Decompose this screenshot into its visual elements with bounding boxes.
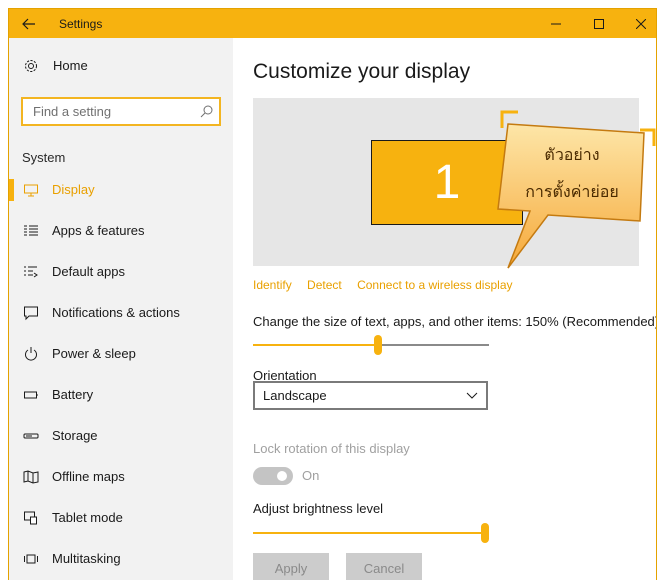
maximize-button[interactable] [579,9,619,38]
sidebar-item-label: Default apps [52,264,125,279]
sidebar-item-label: Battery [52,387,94,402]
orientation-value: Landscape [263,388,327,403]
scale-label: Change the size of text, apps, and other… [253,314,657,329]
connect-wireless-link[interactable]: Connect to a wireless display [357,278,512,292]
monitor-number: 1 [433,156,461,209]
title-bar: Settings [9,9,656,38]
sidebar-item-default-apps[interactable]: Default apps [9,252,233,292]
sidebar-item-label: Offline maps [52,469,125,484]
sidebar-item-label: Display [52,182,95,197]
lock-rotation-label: Lock rotation of this display [253,441,410,456]
brightness-thumb[interactable] [481,523,489,543]
toggle-knob [277,471,287,481]
search-input[interactable]: Find a setting [21,97,221,126]
sidebar-item-apps-features[interactable]: Apps & features [9,211,233,251]
multitasking-icon [24,554,38,564]
active-indicator [9,179,14,201]
close-button[interactable] [621,9,656,38]
sidebar-item-tablet-mode[interactable]: Tablet mode [9,498,233,538]
callout-line-2: การตั้งค่าย่อย [525,182,619,201]
sidebar-item-power[interactable]: Power & sleep [9,334,233,374]
storage-icon [23,433,39,439]
lock-rotation-toggle[interactable] [253,467,293,485]
sidebar-item-label: Power & sleep [52,346,136,361]
sidebar-item-label: Multitasking [52,551,121,566]
sidebar-item-battery[interactable]: Battery [9,375,233,415]
maximize-icon [594,18,604,29]
sidebar-item-label: Storage [52,428,98,443]
brightness-label: Adjust brightness level [253,501,384,516]
scale-fill [253,344,378,346]
sidebar-item-multitasking[interactable]: Multitasking [9,539,233,579]
sidebar-home[interactable]: Home [9,46,233,86]
minimize-button[interactable] [536,9,576,38]
back-arrow-icon [22,18,35,29]
monitor-1[interactable]: 1 [371,140,523,225]
display-links: Identify Detect Connect to a wireless di… [253,278,525,292]
sidebar-item-label: Apps & features [52,223,145,238]
apply-button[interactable]: Apply [253,553,329,580]
apps-features-icon [24,225,38,236]
main-content: Customize your display 1 Identify Detect… [233,38,657,580]
identify-link[interactable]: Identify [253,278,292,292]
brightness-fill [253,532,489,534]
sidebar-item-notifications[interactable]: Notifications & actions [9,293,233,333]
orientation-select[interactable]: Landscape [253,381,488,410]
tablet-mode-icon [24,511,37,525]
scale-thumb[interactable] [374,335,382,355]
sidebar-item-display[interactable]: Display [9,170,233,210]
cancel-button[interactable]: Cancel [346,553,422,580]
section-heading: System [22,150,66,165]
power-icon [25,347,37,361]
sidebar-item-storage[interactable]: Storage [9,416,233,456]
gear-icon [25,60,37,72]
detect-link[interactable]: Detect [307,278,342,292]
search-icon [200,105,213,118]
sidebar-item-label: Tablet mode [52,510,123,525]
sidebar-item-label: Notifications & actions [52,305,180,320]
back-button[interactable] [9,9,49,38]
home-label: Home [53,58,88,73]
display-icon [24,184,38,197]
battery-icon [24,391,38,399]
chevron-down-icon [466,392,478,399]
notifications-icon [24,306,38,321]
sidebar-item-offline-maps[interactable]: Offline maps [9,457,233,497]
scale-slider[interactable] [253,335,489,355]
lock-rotation-state: On [302,468,320,483]
sidebar: Home Find a setting System Display Apps … [9,38,233,580]
minimize-icon [551,23,561,24]
map-icon [23,470,39,484]
close-icon [636,18,646,29]
search-placeholder: Find a setting [33,104,112,119]
default-apps-icon [24,266,38,278]
window-title: Settings [59,17,103,31]
settings-window: Settings Home Find a setting System Disp… [8,8,657,580]
page-title: Customize your display [253,60,471,83]
callout-line-1: ตัวอย่าง [544,145,600,164]
brightness-slider[interactable] [253,523,489,543]
